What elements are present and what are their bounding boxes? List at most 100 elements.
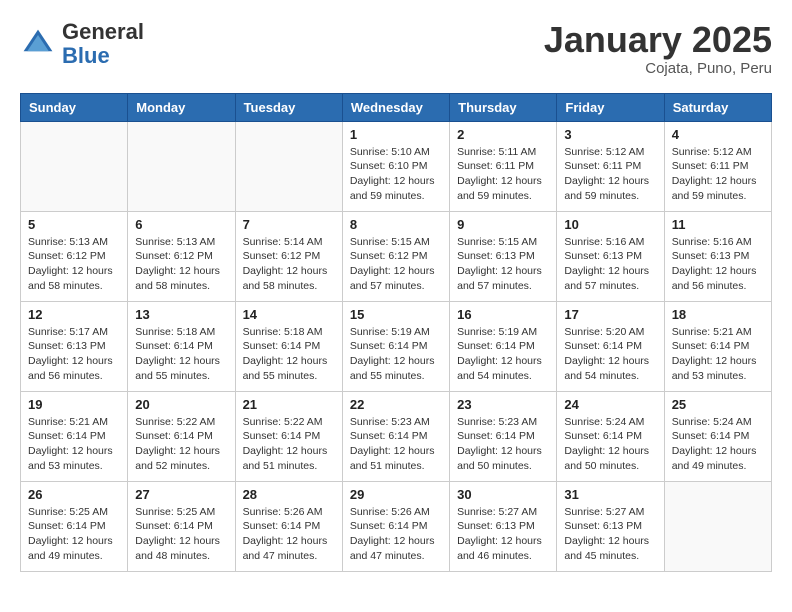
calendar-cell: 30Sunrise: 5:27 AM Sunset: 6:13 PM Dayli…: [450, 481, 557, 571]
day-info: Sunrise: 5:21 AM Sunset: 6:14 PM Dayligh…: [28, 415, 120, 474]
calendar-cell: 6 Sunrise: 5:13 AM Sunset: 6:12 PM Daylig…: [128, 211, 235, 301]
logo-icon: [20, 26, 56, 62]
day-info: Sunrise: 5:15 AM Sunset: 6:13 PM Dayligh…: [457, 235, 549, 294]
calendar-cell: 13Sunrise: 5:18 AM Sunset: 6:14 PM Dayli…: [128, 301, 235, 391]
day-info: Sunrise: 5:18 AM Sunset: 6:14 PM Dayligh…: [243, 325, 335, 384]
calendar-cell: 2 Sunrise: 5:11 AM Sunset: 6:11 PM Daylig…: [450, 121, 557, 211]
calendar-cell: 20 Sunrise: 5:22 AM Sunset: 6:14 PM Dayli…: [128, 391, 235, 481]
day-info: Sunrise: 5:26 AM Sunset: 6:14 PM Dayligh…: [350, 505, 442, 564]
day-number: 23: [457, 397, 549, 412]
calendar-cell: 21 Sunrise: 5:22 AM Sunset: 6:14 PM Dayli…: [235, 391, 342, 481]
calendar-cell: 17 Sunrise: 5:20 AM Sunset: 6:14 PM Dayli…: [557, 301, 664, 391]
day-number: 1: [350, 127, 442, 142]
week-row: 26 Sunrise: 5:25 AM Sunset: 6:14 PM Dayli…: [21, 481, 772, 571]
day-number: 19: [28, 397, 120, 412]
weekday-header: Saturday: [664, 93, 771, 121]
day-info: Sunrise: 5:19 AM Sunset: 6:14 PM Dayligh…: [350, 325, 442, 384]
location: Cojata, Puno, Peru: [544, 60, 772, 77]
day-number: 24: [564, 397, 656, 412]
calendar-cell: [664, 481, 771, 571]
title-block: January 2025 Cojata, Puno, Peru: [544, 20, 772, 77]
logo-general-text: General: [62, 19, 144, 44]
week-row: 19 Sunrise: 5:21 AM Sunset: 6:14 PM Dayli…: [21, 391, 772, 481]
weekday-header: Thursday: [450, 93, 557, 121]
day-info: Sunrise: 5:14 AM Sunset: 6:12 PM Dayligh…: [243, 235, 335, 294]
day-info: Sunrise: 5:11 AM Sunset: 6:11 PM Dayligh…: [457, 145, 549, 204]
logo: General Blue: [20, 20, 144, 68]
calendar-cell: 14 Sunrise: 5:18 AM Sunset: 6:14 PM Dayli…: [235, 301, 342, 391]
calendar-cell: [21, 121, 128, 211]
day-number: 25: [672, 397, 764, 412]
weekday-header: Wednesday: [342, 93, 449, 121]
day-number: 22: [350, 397, 442, 412]
weekday-header: Friday: [557, 93, 664, 121]
day-number: 26: [28, 487, 120, 502]
calendar-cell: 15 Sunrise: 5:19 AM Sunset: 6:14 PM Dayli…: [342, 301, 449, 391]
day-number: 21: [243, 397, 335, 412]
day-info: Sunrise: 5:10 AM Sunset: 6:10 PM Dayligh…: [350, 145, 442, 204]
day-info: Sunrise: 5:25 AM Sunset: 6:14 PM Dayligh…: [28, 505, 120, 564]
day-number: 12: [28, 307, 120, 322]
day-number: 28: [243, 487, 335, 502]
month-title: January 2025: [544, 20, 772, 60]
day-number: 31: [564, 487, 656, 502]
weekday-header: Tuesday: [235, 93, 342, 121]
calendar-cell: 18 Sunrise: 5:21 AM Sunset: 6:14 PM Dayli…: [664, 301, 771, 391]
calendar-cell: 10Sunrise: 5:16 AM Sunset: 6:13 PM Dayli…: [557, 211, 664, 301]
day-info: Sunrise: 5:27 AM Sunset: 6:13 PM Dayligh…: [457, 505, 549, 564]
day-info: Sunrise: 5:23 AM Sunset: 6:14 PM Dayligh…: [457, 415, 549, 474]
day-info: Sunrise: 5:12 AM Sunset: 6:11 PM Dayligh…: [564, 145, 656, 204]
calendar-cell: 22Sunrise: 5:23 AM Sunset: 6:14 PM Dayli…: [342, 391, 449, 481]
day-info: Sunrise: 5:13 AM Sunset: 6:12 PM Dayligh…: [28, 235, 120, 294]
day-info: Sunrise: 5:16 AM Sunset: 6:13 PM Dayligh…: [672, 235, 764, 294]
logo-blue-text: Blue: [62, 43, 110, 68]
day-number: 3: [564, 127, 656, 142]
day-info: Sunrise: 5:20 AM Sunset: 6:14 PM Dayligh…: [564, 325, 656, 384]
day-info: Sunrise: 5:24 AM Sunset: 6:14 PM Dayligh…: [564, 415, 656, 474]
calendar-cell: 1 Sunrise: 5:10 AM Sunset: 6:10 PM Daylig…: [342, 121, 449, 211]
day-number: 14: [243, 307, 335, 322]
calendar-cell: 4Sunrise: 5:12 AM Sunset: 6:11 PM Daylig…: [664, 121, 771, 211]
weekday-header-row: SundayMondayTuesdayWednesdayThursdayFrid…: [21, 93, 772, 121]
day-number: 18: [672, 307, 764, 322]
calendar-cell: 11 Sunrise: 5:16 AM Sunset: 6:13 PM Dayli…: [664, 211, 771, 301]
day-info: Sunrise: 5:13 AM Sunset: 6:12 PM Dayligh…: [135, 235, 227, 294]
calendar-cell: 29 Sunrise: 5:26 AM Sunset: 6:14 PM Dayli…: [342, 481, 449, 571]
day-info: Sunrise: 5:17 AM Sunset: 6:13 PM Dayligh…: [28, 325, 120, 384]
day-number: 15: [350, 307, 442, 322]
day-info: Sunrise: 5:22 AM Sunset: 6:14 PM Dayligh…: [243, 415, 335, 474]
day-number: 11: [672, 217, 764, 232]
calendar-cell: 27Sunrise: 5:25 AM Sunset: 6:14 PM Dayli…: [128, 481, 235, 571]
page-header: General Blue January 2025 Cojata, Puno, …: [20, 20, 772, 77]
day-number: 9: [457, 217, 549, 232]
day-number: 29: [350, 487, 442, 502]
day-info: Sunrise: 5:21 AM Sunset: 6:14 PM Dayligh…: [672, 325, 764, 384]
day-number: 16: [457, 307, 549, 322]
calendar-cell: 24 Sunrise: 5:24 AM Sunset: 6:14 PM Dayli…: [557, 391, 664, 481]
day-number: 17: [564, 307, 656, 322]
day-info: Sunrise: 5:16 AM Sunset: 6:13 PM Dayligh…: [564, 235, 656, 294]
day-info: Sunrise: 5:19 AM Sunset: 6:14 PM Dayligh…: [457, 325, 549, 384]
day-info: Sunrise: 5:22 AM Sunset: 6:14 PM Dayligh…: [135, 415, 227, 474]
calendar-cell: 5 Sunrise: 5:13 AM Sunset: 6:12 PM Daylig…: [21, 211, 128, 301]
day-number: 6: [135, 217, 227, 232]
week-row: 12 Sunrise: 5:17 AM Sunset: 6:13 PM Dayli…: [21, 301, 772, 391]
day-number: 2: [457, 127, 549, 142]
logo-text: General Blue: [62, 20, 144, 68]
calendar-cell: 8 Sunrise: 5:15 AM Sunset: 6:12 PM Daylig…: [342, 211, 449, 301]
day-info: Sunrise: 5:15 AM Sunset: 6:12 PM Dayligh…: [350, 235, 442, 294]
weekday-header: Monday: [128, 93, 235, 121]
day-number: 5: [28, 217, 120, 232]
calendar-cell: 25Sunrise: 5:24 AM Sunset: 6:14 PM Dayli…: [664, 391, 771, 481]
day-number: 8: [350, 217, 442, 232]
calendar-cell: 31 Sunrise: 5:27 AM Sunset: 6:13 PM Dayli…: [557, 481, 664, 571]
day-info: Sunrise: 5:27 AM Sunset: 6:13 PM Dayligh…: [564, 505, 656, 564]
day-number: 20: [135, 397, 227, 412]
calendar-cell: [235, 121, 342, 211]
calendar-cell: 3 Sunrise: 5:12 AM Sunset: 6:11 PM Daylig…: [557, 121, 664, 211]
calendar-cell: [128, 121, 235, 211]
week-row: 1 Sunrise: 5:10 AM Sunset: 6:10 PM Daylig…: [21, 121, 772, 211]
calendar-cell: 7Sunrise: 5:14 AM Sunset: 6:12 PM Daylig…: [235, 211, 342, 301]
day-info: Sunrise: 5:25 AM Sunset: 6:14 PM Dayligh…: [135, 505, 227, 564]
week-row: 5 Sunrise: 5:13 AM Sunset: 6:12 PM Daylig…: [21, 211, 772, 301]
